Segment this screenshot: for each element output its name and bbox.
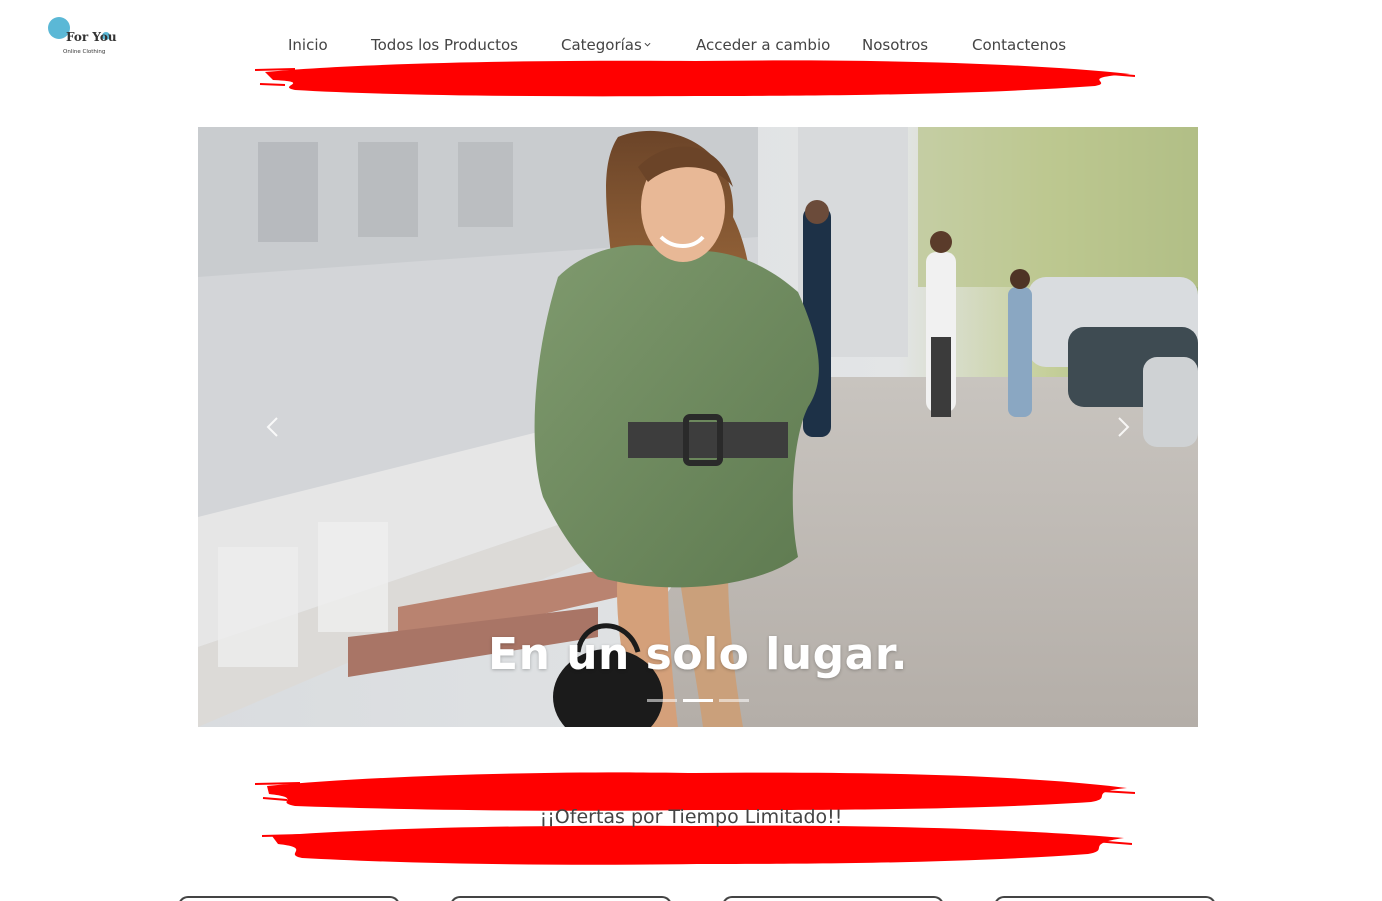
chevron-left-icon — [266, 417, 278, 437]
nav-categories-label: Categorías — [561, 36, 642, 54]
carousel-prev-button[interactable] — [258, 412, 288, 442]
brush-stroke-nav — [255, 60, 1135, 97]
carousel-indicator-3[interactable] — [719, 699, 749, 702]
chevron-right-icon — [1118, 417, 1130, 437]
carousel-next-button[interactable] — [1108, 412, 1138, 442]
product-card[interactable] — [450, 896, 672, 901]
nav-contact[interactable]: Contactenos — [972, 36, 1066, 54]
carousel-indicator-1[interactable] — [647, 699, 677, 702]
product-card[interactable] — [722, 896, 944, 901]
chevron-down-icon — [644, 42, 651, 47]
nav-about[interactable]: Nosotros — [862, 36, 928, 54]
product-card[interactable] — [994, 896, 1216, 901]
nav-categories[interactable]: Categorías — [561, 36, 651, 54]
hero-carousel: En un solo lugar. — [198, 127, 1198, 727]
hero-caption: En un solo lugar. — [488, 629, 908, 680]
offers-title: ¡¡Ofertas por Tiempo Limitado!! — [539, 806, 843, 828]
nav-exchange[interactable]: Acceder a cambio — [696, 36, 830, 54]
carousel-indicators — [198, 699, 1198, 702]
main-nav: Inicio Todos los Productos Categorías Ac… — [0, 36, 1382, 58]
brush-stroke-offers-bottom — [262, 825, 1132, 865]
nav-home[interactable]: Inicio — [288, 36, 328, 54]
product-card[interactable] — [178, 896, 400, 901]
carousel-indicator-2[interactable] — [683, 699, 713, 702]
nav-all-products[interactable]: Todos los Productos — [371, 36, 518, 54]
